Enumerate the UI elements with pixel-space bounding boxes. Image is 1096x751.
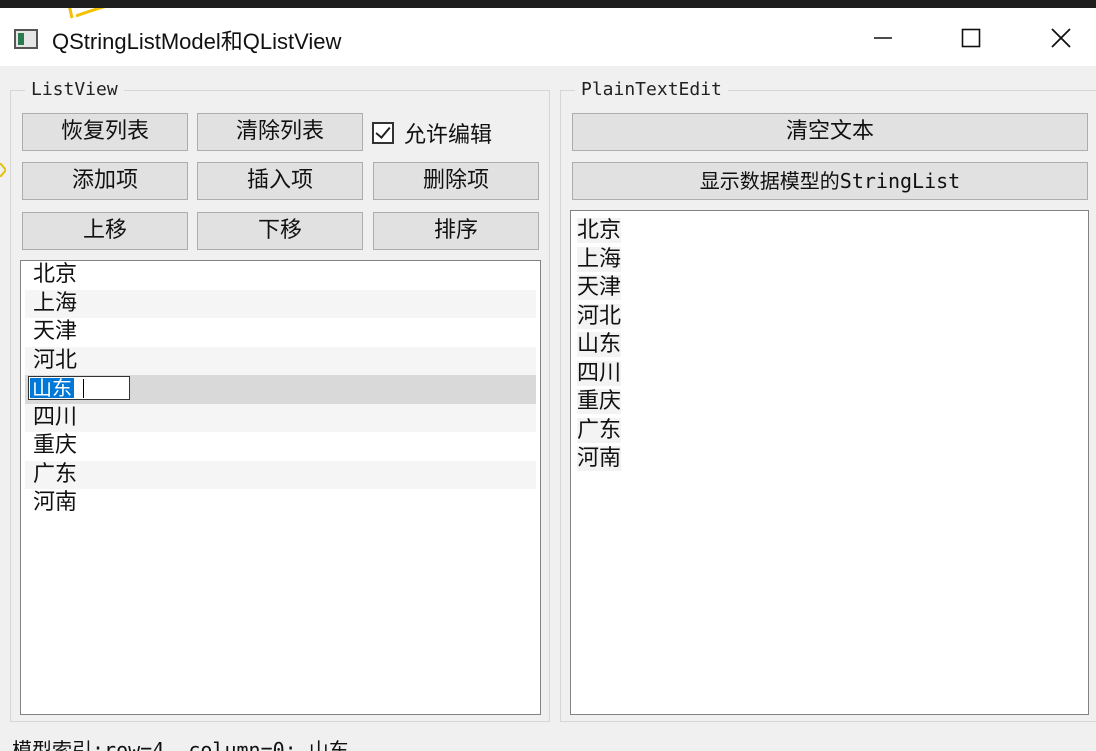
allow-edit-label: 允许编辑 — [404, 123, 493, 148]
list-item[interactable]: 四川 — [25, 403, 536, 432]
checkbox-checked-icon[interactable] — [372, 122, 394, 144]
list-item-editing[interactable]: 山东 — [25, 375, 536, 404]
status-bar-text: 模型索引:row=4, column=0; 山东 — [12, 738, 349, 751]
window-title: QStringListModel和QListView — [52, 29, 342, 54]
move-up-button[interactable]: 上移 — [22, 212, 188, 250]
plain-text-edit[interactable]: 北京 上海 天津 河北 山东 四川 重庆 广东 河南 — [570, 210, 1089, 715]
list-item[interactable]: 广东 — [25, 460, 536, 489]
app-icon — [14, 29, 38, 49]
side-marker-icon — [0, 163, 6, 177]
string-list-view[interactable]: 北京 上海 天津 河北 山东 四川 重庆 广东 河南 — [20, 260, 541, 715]
close-icon — [1051, 28, 1071, 48]
text-caret — [83, 379, 84, 398]
inline-edit-field[interactable]: 山东 — [28, 376, 130, 400]
text-line: 河北 — [577, 303, 622, 329]
plaintextedit-group-title: PlainTextEdit — [575, 79, 728, 100]
listview-group-title: ListView — [25, 79, 124, 100]
clear-list-button[interactable]: 清除列表 — [197, 113, 363, 151]
title-bar: QStringListModel和QListView — [0, 8, 1096, 66]
list-item[interactable]: 天津 — [25, 318, 536, 347]
text-line: 山东 — [577, 332, 622, 357]
main-window: QStringListModel和QListView ListView 恢复列表… — [0, 8, 1096, 751]
list-item[interactable]: 北京 — [25, 261, 536, 290]
list-item[interactable]: 河北 — [25, 346, 536, 375]
maximize-icon — [961, 28, 981, 48]
inline-edit-selected-text: 山东 — [30, 376, 74, 400]
list-item[interactable]: 上海 — [25, 289, 536, 318]
add-item-button[interactable]: 添加项 — [22, 162, 188, 200]
allow-edit-checkbox[interactable]: 允许编辑 — [372, 116, 492, 150]
list-item[interactable]: 河南 — [25, 489, 536, 518]
minimize-button[interactable] — [860, 16, 906, 60]
delete-item-button[interactable]: 删除项 — [373, 162, 539, 200]
text-line: 天津 — [577, 275, 622, 300]
insert-item-button[interactable]: 插入项 — [197, 162, 363, 200]
text-line: 重庆 — [577, 389, 622, 414]
close-button[interactable] — [1038, 16, 1084, 60]
text-line: 上海 — [577, 246, 622, 272]
text-line: 北京 — [577, 218, 622, 243]
list-item[interactable]: 重庆 — [25, 432, 536, 461]
show-stringlist-button[interactable]: 显示数据模型的StringList — [572, 162, 1088, 200]
maximize-button[interactable] — [948, 16, 994, 60]
clear-text-button[interactable]: 清空文本 — [572, 113, 1088, 151]
annotation-mark-icon — [68, 8, 106, 19]
text-line: 广东 — [577, 417, 622, 443]
text-line: 河南 — [577, 446, 622, 471]
text-line: 四川 — [577, 360, 622, 386]
minimize-icon — [874, 37, 892, 39]
restore-list-button[interactable]: 恢复列表 — [22, 113, 188, 151]
sort-button[interactable]: 排序 — [373, 212, 539, 250]
move-down-button[interactable]: 下移 — [197, 212, 363, 250]
